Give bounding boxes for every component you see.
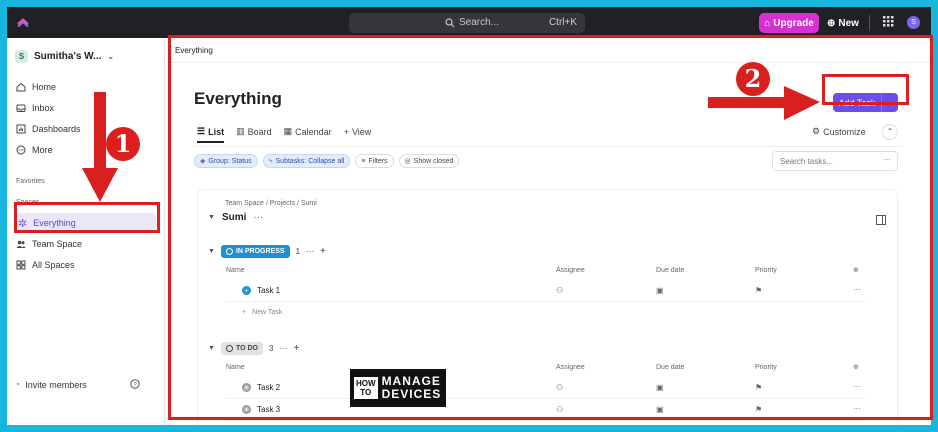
new-button[interactable]: ⊕ New	[827, 13, 859, 33]
dashboard-icon	[16, 124, 26, 134]
sidebar-item-home[interactable]: Home	[16, 82, 56, 92]
watermark-how: HOW	[356, 379, 376, 388]
sidebar-item-inbox[interactable]: Inbox	[16, 103, 54, 113]
upgrade-label: Upgrade	[773, 17, 814, 29]
new-label: New	[838, 17, 859, 29]
watermark-to: TO	[360, 388, 372, 397]
invite-icon: ⁺	[16, 380, 21, 390]
watermark-logo: HOW TO MANAGE DEVICES	[350, 369, 446, 407]
watermark-how-to: HOW TO	[354, 377, 378, 399]
sidebar-item-label: More	[32, 145, 53, 155]
workspace-switcher[interactable]: S Sumitha's W... ⌄	[15, 50, 114, 63]
step-marker-1: 1	[106, 127, 140, 161]
sidebar-item-label: Inbox	[32, 103, 55, 113]
divider	[869, 15, 870, 31]
home-icon	[16, 82, 26, 92]
sidebar-item-label: Team Space	[32, 239, 83, 249]
more-icon	[16, 145, 26, 155]
sidebar-item-team-space[interactable]: Team Space	[16, 239, 82, 249]
chevron-down-icon: ⌄	[107, 52, 115, 61]
annotation-add-task-highlight	[822, 74, 909, 105]
inbox-icon	[16, 104, 26, 112]
plus-circle-icon: ⊕	[827, 17, 836, 29]
sidebar-item-label: Home	[32, 82, 57, 92]
workspace-name: Sumitha's W...	[34, 51, 102, 62]
invite-members-button[interactable]: ⁺ Invite members	[16, 380, 87, 390]
workspace-badge: S	[15, 50, 28, 63]
sidebar-item-label: Dashboards	[32, 124, 81, 134]
sidebar-item-dashboards[interactable]: Dashboards	[16, 124, 81, 134]
user-avatar[interactable]: S	[907, 16, 920, 29]
search-placeholder: Search...	[459, 17, 500, 28]
watermark-devices: DEVICES	[381, 387, 442, 401]
watermark-text: MANAGE DEVICES	[382, 375, 442, 401]
upgrade-icon: ⌂	[764, 17, 771, 29]
favorites-heading[interactable]: Favorites	[16, 178, 45, 185]
upgrade-button[interactable]: ⌂ Upgrade	[759, 13, 819, 33]
clickup-logo-icon[interactable]	[16, 15, 30, 29]
step-marker-2: 2	[736, 62, 770, 96]
top-bar: Search... Ctrl+K ⌂ Upgrade ⊕ New S	[7, 7, 931, 38]
grid-icon	[16, 260, 26, 270]
sidebar-item-label: All Spaces	[32, 260, 75, 270]
global-search[interactable]: Search... Ctrl+K	[349, 13, 585, 33]
annotation-everything-highlight	[14, 202, 160, 233]
sidebar-item-more[interactable]: More	[16, 145, 53, 155]
sidebar-item-all-spaces[interactable]: All Spaces	[16, 260, 75, 270]
search-icon	[445, 18, 455, 28]
team-icon	[16, 240, 26, 248]
invite-label: Invite members	[25, 380, 87, 390]
search-shortcut: Ctrl+K	[548, 17, 577, 28]
apps-grid-icon[interactable]	[883, 16, 894, 27]
help-icon[interactable]: ?	[130, 379, 140, 389]
